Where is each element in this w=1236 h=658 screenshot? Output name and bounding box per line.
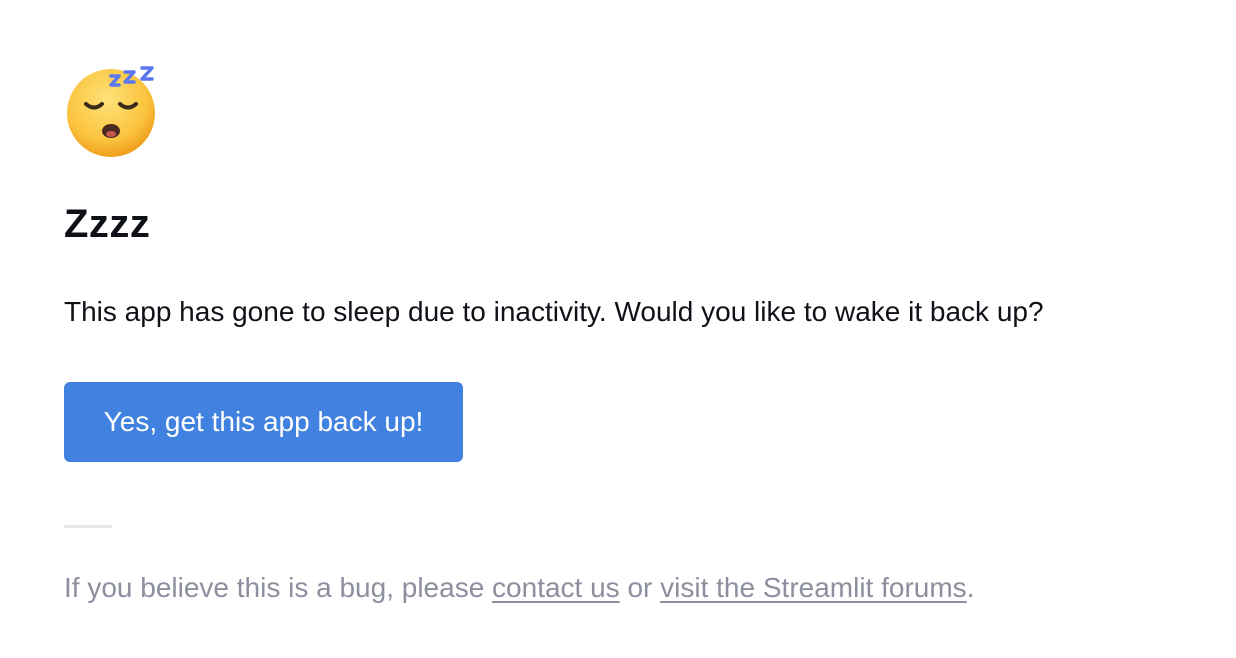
footer-text: If you believe this is a bug, please con… [64, 568, 974, 608]
footer-suffix: . [966, 572, 975, 603]
sleep-page: Zzzz This app has gone to sleep due to i… [0, 0, 1236, 658]
wake-app-button[interactable]: Yes, get this app back up! [64, 382, 463, 462]
sleeping-face-icon [64, 66, 160, 158]
divider [64, 525, 112, 528]
contact-us-link[interactable]: contact us [492, 572, 620, 603]
page-title: Zzzz [64, 202, 151, 246]
sleep-message: This app has gone to sleep due to inacti… [64, 296, 1044, 327]
streamlit-forums-link[interactable]: visit the Streamlit forums [660, 572, 967, 603]
footer-middle: or [619, 572, 661, 603]
footer-prefix: If you believe this is a bug, please [64, 572, 493, 603]
